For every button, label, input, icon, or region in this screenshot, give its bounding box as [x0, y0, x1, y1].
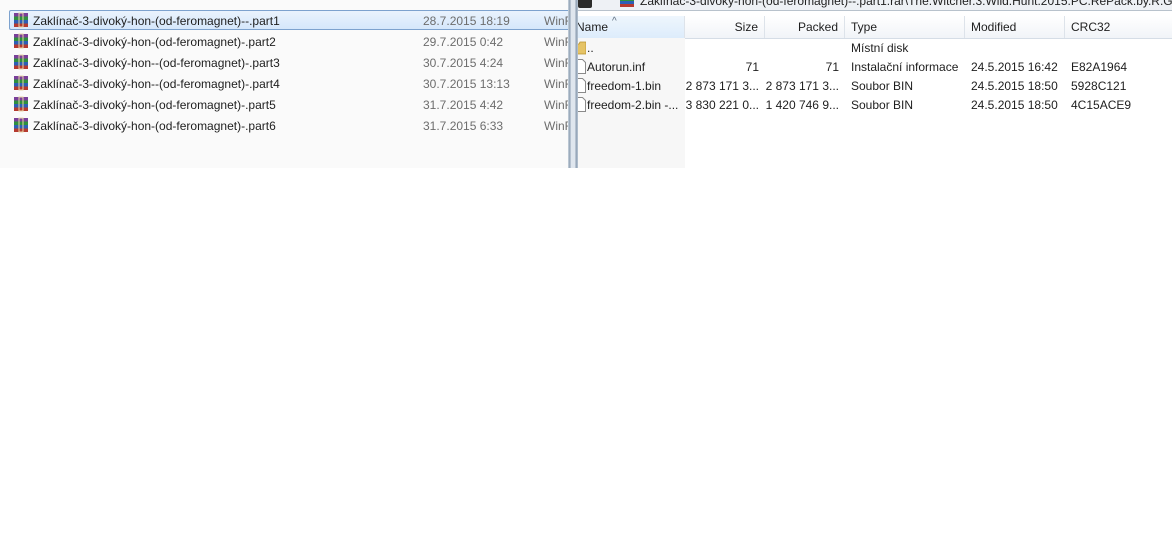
- file-row[interactable]: Zaklínač-3-divoký-hon-(od-feromagnet)--.…: [9, 10, 568, 30]
- file-row[interactable]: Zaklínač-3-divoký-hon-(od-feromagnet)-.p…: [9, 94, 568, 114]
- cell-modified: 24.5.2015 16:42: [971, 60, 1058, 74]
- cell-size: 3 830 221 0...: [685, 98, 759, 112]
- cell-size: 2 873 171 3...: [685, 79, 759, 93]
- archive-path[interactable]: Zaklínač-3-divoký-hon-(od-feromagnet)--.…: [640, 0, 1172, 8]
- file-date-modified: 30.7.2015 4:24: [423, 56, 504, 70]
- cell-name: freedom-1.bin: [587, 79, 662, 93]
- file-name: Zaklínač-3-divoký-hon-(od-feromagnet)-.p…: [33, 35, 276, 49]
- column-header: ^ Name Size Packed Type Modified CRC32: [578, 16, 1172, 39]
- archive-row[interactable]: .. Místní disk: [578, 39, 1172, 58]
- cell-packed: 71: [825, 60, 839, 74]
- file-type: WinR: [544, 119, 568, 133]
- file-row[interactable]: Zaklínač-3-divoký-hon--(od-feromagnet)-.…: [9, 52, 568, 72]
- archive-row[interactable]: freedom-1.bin 2 873 171 3... 2 873 171 3..…: [578, 77, 1172, 96]
- cell-type: Místní disk: [851, 41, 909, 55]
- explorer-file-list: Zaklínač-3-divoký-hon-(od-feromagnet)--.…: [0, 0, 568, 168]
- file-icon: [578, 59, 586, 74]
- file-icon: [578, 97, 586, 112]
- cell-type: Instalační informace: [851, 60, 959, 74]
- folder-up-icon: [578, 40, 587, 55]
- cell-type: Soubor BIN: [851, 79, 914, 93]
- file-date-modified: 30.7.2015 13:13: [423, 77, 510, 91]
- column-size-label: Size: [734, 20, 758, 34]
- file-row[interactable]: Zaklínač-3-divoký-hon-(od-feromagnet)-.p…: [9, 31, 568, 51]
- column-size[interactable]: Size: [685, 16, 765, 38]
- file-name: Zaklínač-3-divoký-hon--(od-feromagnet)-.…: [33, 77, 280, 91]
- cell-name: Autorun.inf: [587, 60, 646, 74]
- archive-row[interactable]: freedom-2.bin -... 3 830 221 0... 1 420 74…: [578, 96, 1172, 115]
- cell-modified: 24.5.2015 18:50: [971, 79, 1058, 93]
- rar-archive-icon: [13, 54, 29, 70]
- rar-archive-icon: [13, 96, 29, 112]
- rar-archive-icon: [13, 33, 29, 49]
- column-modified-label: Modified: [971, 20, 1017, 34]
- cell-packed: 1 420 746 9...: [765, 98, 839, 112]
- cell-name: ..: [587, 41, 594, 55]
- winrar-window: Zaklínač-3-divoký-hon-(od-feromagnet)--.…: [578, 0, 1172, 168]
- column-crc32-label: CRC32: [1071, 20, 1111, 34]
- cell-size: 71: [745, 60, 759, 74]
- rar-archive-icon: [13, 117, 29, 133]
- file-name: Zaklínač-3-divoký-hon--(od-feromagnet)-.…: [33, 56, 280, 70]
- file-date-modified: 28.7.2015 18:19: [423, 14, 510, 28]
- column-packed-label: Packed: [797, 20, 838, 34]
- window-splitter[interactable]: [568, 0, 578, 168]
- cell-packed: 2 873 171 3...: [765, 79, 839, 93]
- column-modified[interactable]: Modified: [965, 16, 1065, 38]
- cell-type: Soubor BIN: [851, 98, 914, 112]
- cell-crc: 4C15ACE9: [1071, 98, 1132, 112]
- file-type: WinR: [544, 14, 568, 28]
- column-crc32[interactable]: CRC32: [1065, 16, 1172, 38]
- file-row[interactable]: Zaklínač-3-divoký-hon-(od-feromagnet)-.p…: [9, 115, 568, 135]
- file-name: Zaklínač-3-divoký-hon-(od-feromagnet)-.p…: [33, 98, 276, 112]
- column-type-label: Type: [851, 20, 878, 34]
- sort-ascending-icon: ^: [612, 16, 617, 27]
- file-row[interactable]: Zaklínač-3-divoký-hon--(od-feromagnet)-.…: [9, 73, 568, 93]
- file-icon: [578, 78, 586, 93]
- archive-icon: [620, 0, 634, 7]
- file-date-modified: 31.7.2015 6:33: [423, 119, 504, 133]
- archive-row[interactable]: Autorun.inf 71 71 Instalační informace 24.5.…: [578, 58, 1172, 77]
- cell-crc: 5928C121: [1071, 79, 1127, 93]
- file-type: WinR: [544, 56, 568, 70]
- column-type[interactable]: Type: [845, 16, 965, 38]
- file-name: Zaklínač-3-divoký-hon-(od-feromagnet)--.…: [33, 14, 280, 28]
- rar-archive-icon: [13, 75, 29, 91]
- file-type: WinR: [544, 35, 568, 49]
- path-bar: Zaklínač-3-divoký-hon-(od-feromagnet)--.…: [578, 0, 1172, 11]
- column-packed[interactable]: Packed: [765, 16, 845, 38]
- cell-name: freedom-2.bin -...: [587, 98, 679, 112]
- file-name: Zaklínač-3-divoký-hon-(od-feromagnet)-.p…: [33, 119, 276, 133]
- file-date-modified: 31.7.2015 4:42: [423, 98, 504, 112]
- cell-modified: 24.5.2015 18:50: [971, 98, 1058, 112]
- file-date-modified: 29.7.2015 0:42: [423, 35, 504, 49]
- rar-archive-icon: [13, 12, 29, 28]
- file-type: WinR: [544, 77, 568, 91]
- cell-crc: E82A1964: [1071, 60, 1128, 74]
- column-name[interactable]: ^ Name: [578, 16, 685, 38]
- up-folder-button[interactable]: [578, 0, 592, 8]
- column-name-label: Name: [578, 20, 609, 34]
- file-type: WinR: [544, 98, 568, 112]
